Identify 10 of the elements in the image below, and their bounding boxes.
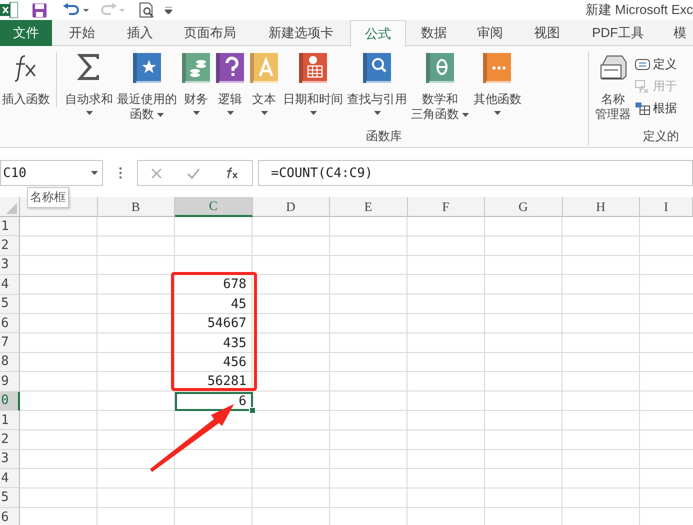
- table-cell-text: 456: [222, 354, 248, 372]
- group-label: 定义的: [643, 128, 679, 145]
- table-cell-text: 54667: [206, 315, 248, 334]
- window-title: 新建 Microsoft Exc: [585, 1, 693, 19]
- table-cell-text: 435: [222, 334, 248, 353]
- table-cell-text: 45: [230, 296, 248, 314]
- table-cell-text: 678: [222, 276, 248, 294]
- table-cell-text: 56281: [206, 373, 248, 392]
- name-box-tooltip: 名称框: [27, 187, 69, 208]
- group-label: 函数库: [366, 128, 402, 145]
